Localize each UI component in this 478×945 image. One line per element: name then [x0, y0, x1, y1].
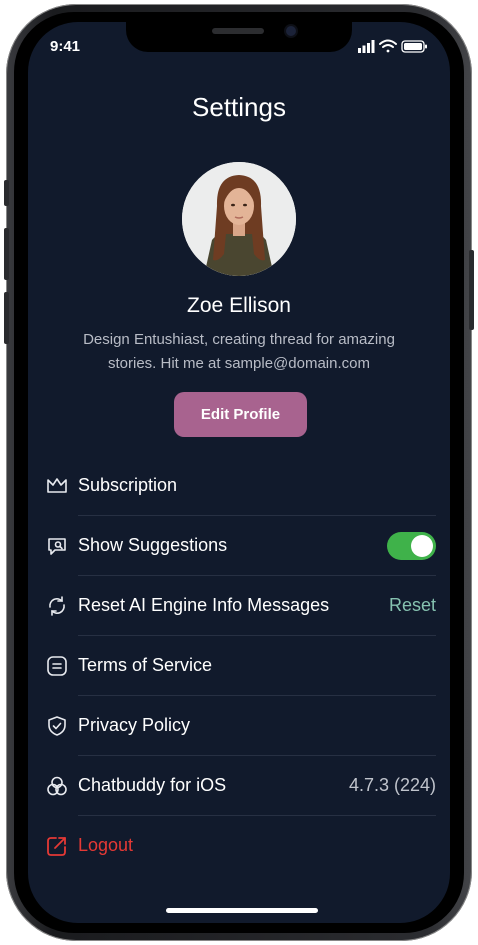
settings-item-label: Show Suggestions [78, 535, 228, 555]
mute-switch [4, 180, 9, 206]
logout-button[interactable]: Logout [46, 816, 436, 876]
edit-profile-button[interactable]: Edit Profile [174, 392, 307, 437]
settings-item-label: Privacy Policy [78, 715, 191, 735]
settings-item-privacy[interactable]: Privacy Policy [46, 696, 436, 756]
volume-down-button [4, 292, 9, 344]
home-indicator[interactable] [166, 908, 318, 913]
screen: 9:41 Settings Zoe Ellison Design Entushi… [28, 22, 450, 923]
refresh-icon [46, 595, 68, 617]
settings-item-label: Reset AI Engine Info Messages [78, 595, 330, 615]
profile-bio: Design Entushiast, creating thread for a… [83, 331, 395, 372]
profile-name: Zoe Ellison [187, 294, 291, 317]
settings-item-show-suggestions[interactable]: Show Suggestions [46, 516, 436, 576]
status-icons [358, 38, 428, 54]
app-logo-icon [46, 775, 68, 797]
crown-icon [46, 475, 68, 497]
shield-icon [46, 715, 68, 737]
app-version: 4.7.3 (224) [348, 775, 436, 795]
document-icon [46, 655, 68, 677]
notch [126, 22, 352, 52]
logout-icon [46, 835, 68, 857]
power-button [469, 250, 474, 330]
settings-item-label: Subscription [78, 475, 178, 495]
status-time: 9:41 [50, 38, 81, 55]
settings-item-label: Terms of Service [78, 655, 213, 675]
settings-item-reset-ai-engine[interactable]: Reset AI Engine Info Messages Reset [46, 576, 436, 636]
settings-item-app-version: Chatbuddy for iOS 4.7.3 (224) [46, 756, 436, 816]
avatar[interactable] [182, 162, 296, 276]
signal-icon [358, 40, 375, 53]
battery-icon [401, 40, 427, 53]
speaker-grille [212, 28, 264, 34]
settings-item-terms[interactable]: Terms of Service [46, 636, 436, 696]
reset-button[interactable]: Reset [389, 595, 436, 616]
front-camera [286, 26, 296, 36]
wifi-icon [379, 39, 397, 53]
settings-item-label: Chatbuddy for iOS [78, 775, 227, 795]
volume-up-button [4, 228, 9, 280]
chat-search-icon [46, 535, 68, 557]
settings-item-subscription[interactable]: Subscription [46, 456, 436, 516]
toggle-knob [411, 535, 433, 557]
show-suggestions-toggle[interactable] [387, 532, 436, 560]
logout-label: Logout [78, 835, 134, 855]
page-title: Settings [192, 92, 286, 122]
